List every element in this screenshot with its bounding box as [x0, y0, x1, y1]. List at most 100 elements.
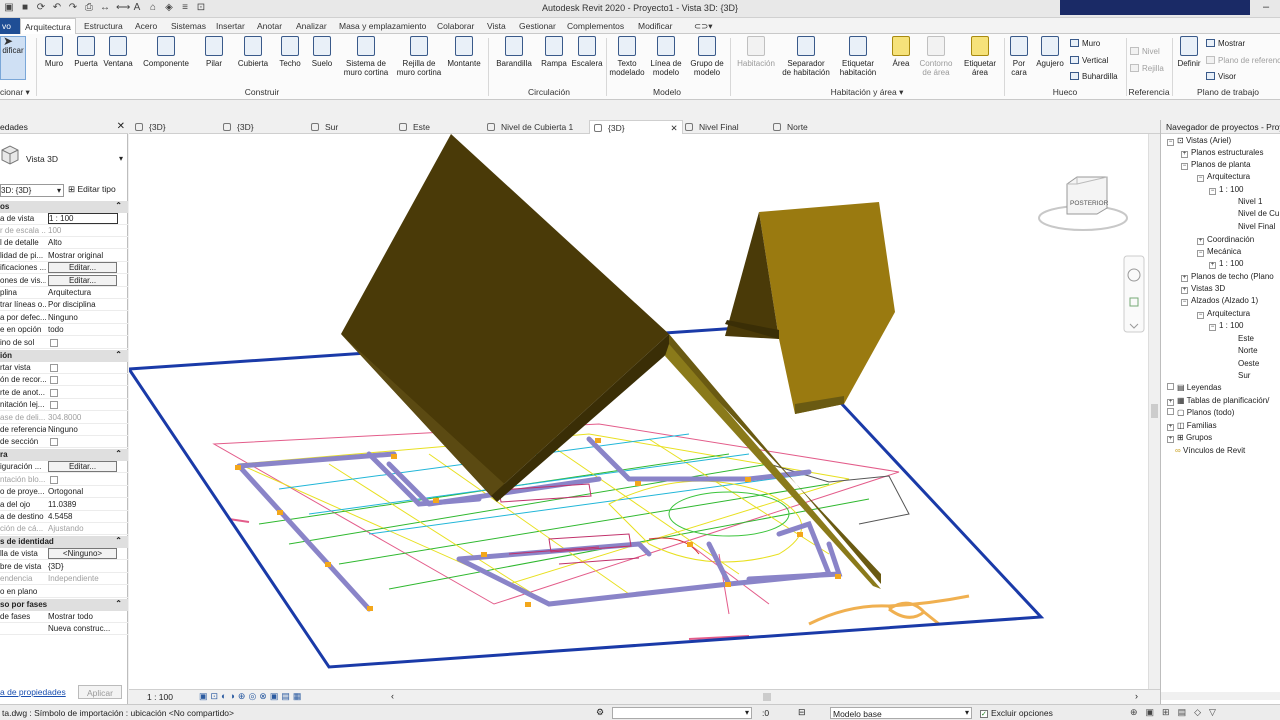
- railing-button[interactable]: Barandilla: [494, 36, 534, 68]
- scroll-thumb[interactable]: [1151, 404, 1158, 418]
- group-camara[interactable]: ra ⌃: [0, 449, 128, 461]
- chevron-left-icon[interactable]: ‹: [391, 691, 394, 701]
- prop-row[interactable]: e en opción todo: [0, 324, 128, 337]
- apply-button[interactable]: Aplicar: [78, 685, 122, 699]
- checkbox[interactable]: [50, 339, 58, 347]
- select-panel-label[interactable]: cionar ▾: [0, 87, 34, 98]
- tree-node[interactable]: + ⊞ Grupos: [1167, 433, 1212, 443]
- tree-node[interactable]: − Planos de planta: [1181, 160, 1251, 170]
- view-tab[interactable]: Sur: [311, 122, 338, 132]
- checkbox[interactable]: [50, 438, 58, 446]
- tab-insertar[interactable]: Insertar: [216, 21, 245, 31]
- tree-node[interactable]: ▢ Planos (todo): [1167, 408, 1234, 417]
- checkbox[interactable]: [50, 476, 58, 484]
- curtain-grid-button[interactable]: Rejilla de muro cortina: [394, 36, 444, 77]
- drawing-canvas[interactable]: POSTERIOR: [126, 134, 1160, 689]
- checkbox[interactable]: [50, 401, 58, 409]
- tree-node[interactable]: ∞ Vínculos de Revit: [1175, 446, 1245, 455]
- mullion-button[interactable]: Montante: [444, 36, 484, 68]
- prop-row[interactable]: Nueva construc...: [0, 623, 128, 636]
- scale-input[interactable]: 1 : 100: [48, 213, 118, 224]
- tag-area-button[interactable]: Etiquetar área: [960, 36, 1000, 77]
- prop-row[interactable]: de referencia Ninguno: [0, 424, 128, 437]
- door-button[interactable]: Puerta: [72, 36, 100, 68]
- level-button[interactable]: Nivel: [1130, 47, 1160, 56]
- shaft-button[interactable]: Agujero: [1034, 36, 1066, 68]
- vertical-opening-button[interactable]: Vertical: [1070, 56, 1108, 65]
- tab-gestionar[interactable]: Gestionar: [519, 21, 556, 31]
- column-button[interactable]: Pilar: [200, 36, 228, 68]
- group-identidad[interactable]: s de identidad ⌃: [0, 536, 128, 548]
- area-boundary-button[interactable]: Contorno de área: [916, 36, 956, 77]
- tree-node[interactable]: −1 : 100: [1209, 185, 1243, 195]
- worksets-icon[interactable]: ⚙: [596, 707, 604, 718]
- edit-button[interactable]: Editar...: [48, 461, 117, 472]
- tag-room-button[interactable]: Etiquetar habitación: [834, 36, 882, 77]
- tree-node[interactable]: + Planos estructurales: [1181, 148, 1263, 158]
- close-icon[interactable]: ✕: [117, 121, 125, 132]
- tree-node[interactable]: + Coordinación: [1197, 235, 1254, 245]
- tree-node[interactable]: − ⊡ Vistas (Ariel): [1167, 136, 1231, 146]
- prop-row[interactable]: a de destino 4.5458: [0, 511, 128, 524]
- stair-button[interactable]: Escalera: [570, 36, 604, 68]
- file-tab[interactable]: vo: [0, 18, 20, 34]
- edit-type-button[interactable]: ⊞ Editar tipo: [68, 184, 116, 195]
- edit-button[interactable]: Editar...: [48, 262, 117, 273]
- area-button[interactable]: Área: [886, 36, 916, 68]
- horizontal-scrollbar[interactable]: [1161, 692, 1280, 700]
- selection-filter-icons[interactable]: ⊕▣⊞▤◇▽: [1130, 707, 1224, 718]
- ramp-button[interactable]: Rampa: [538, 36, 570, 68]
- checkbox[interactable]: [50, 376, 58, 384]
- view-tab[interactable]: Nivel Final: [685, 122, 739, 132]
- group-graficos[interactable]: os ⌃: [0, 201, 128, 213]
- instance-selector[interactable]: 3D: {3D} ▾: [0, 184, 64, 197]
- view-control-icons[interactable]: ▣⊡◐◑⊕◎⊗▣▤▦: [199, 691, 304, 702]
- set-workplane-button[interactable]: Definir: [1174, 36, 1204, 68]
- prop-row[interactable]: a por defec... Ninguno: [0, 312, 128, 325]
- view-tab[interactable]: Este: [399, 122, 430, 132]
- design-option-dropdown[interactable]: Modelo base ▾: [830, 707, 972, 719]
- view-tab[interactable]: Norte: [773, 122, 808, 132]
- tree-node[interactable]: + Planos de techo (Plano: [1181, 272, 1274, 282]
- roof-button[interactable]: Cubierta: [236, 36, 270, 68]
- tab-estructura[interactable]: Estructura: [84, 21, 123, 31]
- model-group-button[interactable]: Grupo de modelo: [688, 36, 726, 77]
- prop-row[interactable]: plina Arquitectura: [0, 287, 128, 300]
- viewcube[interactable]: POSTERIOR: [1038, 176, 1128, 231]
- tree-leaf[interactable]: Norte: [1238, 346, 1258, 355]
- group-fases[interactable]: so por fases ⌃: [0, 599, 128, 611]
- tree-leaf[interactable]: Nivel de Cu: [1238, 209, 1279, 218]
- model-line-button[interactable]: Línea de modelo: [648, 36, 684, 77]
- view-scale[interactable]: 1 : 100: [147, 692, 173, 702]
- group-extension[interactable]: ión ⌃: [0, 350, 128, 362]
- prop-row[interactable]: de fases Mostrar todo: [0, 611, 128, 624]
- minimize-icon[interactable]: –: [1252, 0, 1280, 15]
- prop-row[interactable]: o en plano: [0, 586, 128, 599]
- tree-node[interactable]: − Mecánica: [1197, 247, 1241, 257]
- workset-dropdown[interactable]: ▾: [612, 707, 752, 719]
- tree-node[interactable]: −1 : 100: [1209, 321, 1243, 331]
- tree-leaf[interactable]: Nivel Final: [1238, 222, 1275, 231]
- wall-button[interactable]: Muro: [40, 36, 68, 68]
- grid-button[interactable]: Rejilla: [1130, 64, 1164, 73]
- tab-sistemas[interactable]: Sistemas: [171, 21, 206, 31]
- curtain-system-button[interactable]: Sistema de muro cortina: [340, 36, 392, 77]
- tree-node[interactable]: ▤ Leyendas: [1167, 383, 1221, 392]
- tab-arquitectura[interactable]: Arquitectura: [20, 18, 76, 34]
- panel-habitacion[interactable]: Habitación y área ▾: [734, 87, 1000, 98]
- prop-row[interactable]: o de proye... Ortogonal: [0, 486, 128, 499]
- window-button[interactable]: Ventana: [102, 36, 134, 68]
- view-tab-active[interactable]: {3D} ✕: [589, 120, 683, 134]
- prop-row[interactable]: a del ojo 11.0389: [0, 499, 128, 512]
- tree-leaf[interactable]: Sur: [1238, 371, 1250, 380]
- checkbox[interactable]: [50, 389, 58, 397]
- tab-complementos[interactable]: Complementos: [567, 21, 624, 31]
- horizontal-scroll-thumb[interactable]: [763, 693, 771, 701]
- room-button[interactable]: Habitación: [734, 36, 778, 68]
- tab-masa[interactable]: Masa y emplazamiento: [339, 21, 426, 31]
- tree-leaf[interactable]: Oeste: [1238, 359, 1259, 368]
- vertical-scrollbar[interactable]: [1148, 134, 1160, 689]
- exclude-options-checkbox[interactable]: ✓ Excluir opciones: [980, 708, 1053, 718]
- prop-row[interactable]: lidad de pi... Mostrar original: [0, 250, 128, 263]
- tree-node[interactable]: − Alzados (Alzado 1): [1181, 296, 1258, 306]
